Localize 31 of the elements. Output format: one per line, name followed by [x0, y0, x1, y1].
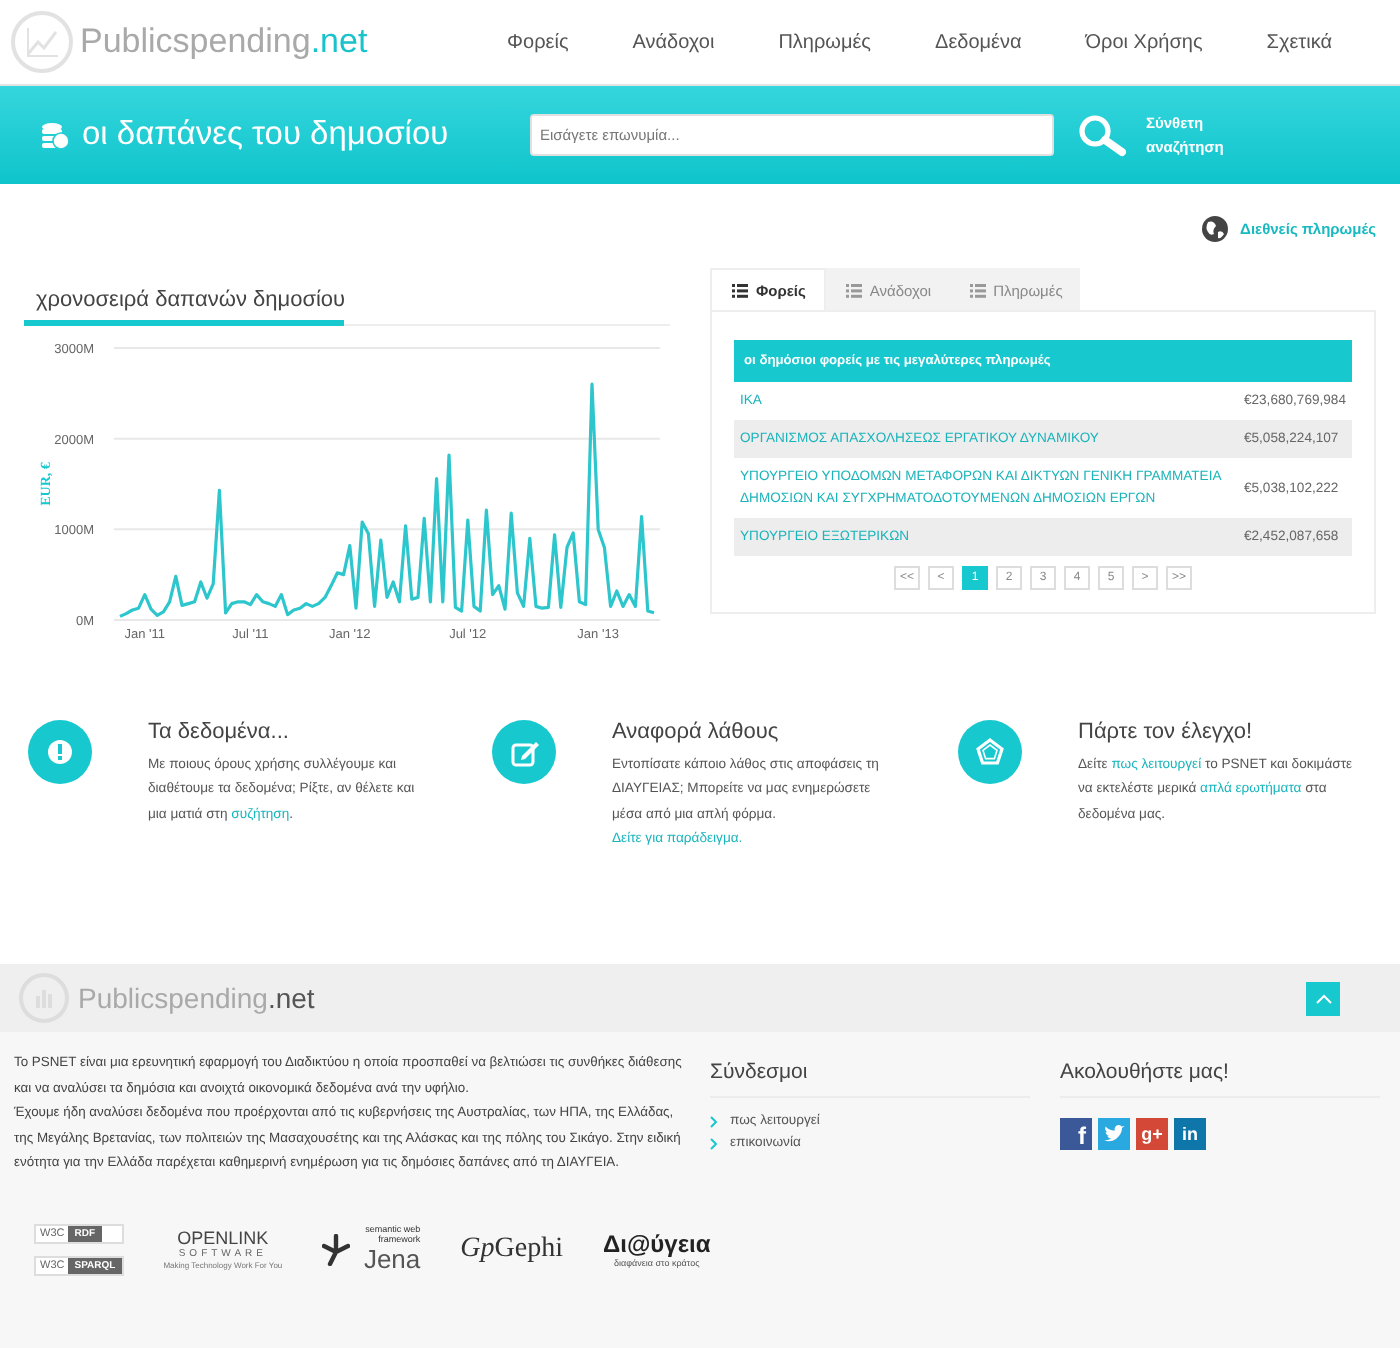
- coins-icon: [40, 121, 70, 149]
- feature-title: Πάρτε τον έλεγχο!: [1078, 720, 1255, 744]
- logo-icon: [10, 10, 74, 74]
- scroll-top-button[interactable]: [1306, 981, 1340, 1015]
- banner-title: οι δαπάνες του δημοσίου: [82, 116, 449, 154]
- list-icon: [732, 284, 748, 298]
- feature-title: Αναφορά λάθους: [612, 720, 781, 744]
- chevron-up-icon: [1315, 993, 1331, 1003]
- section-title: Ακολουθήστε μας!: [1060, 1052, 1380, 1098]
- nav-link[interactable]: Σχετικά: [1234, 31, 1364, 53]
- section-title: Σύνδεσμοι: [710, 1052, 1030, 1098]
- edit-icon: [492, 720, 556, 784]
- list-icon: [845, 283, 862, 297]
- nav-link[interactable]: Πληρωμές: [746, 31, 904, 53]
- bird-icon[interactable]: [1098, 1118, 1130, 1150]
- site-logo[interactable]: Publicspending.net: [80, 22, 368, 62]
- chart-title: χρονοσειρά δαπανών δημοσίου: [34, 286, 348, 316]
- search-icon[interactable]: [1078, 113, 1126, 157]
- nav-link[interactable]: Όροι Χρήσης: [1053, 31, 1235, 53]
- partner-logo: GpGephi: [460, 1233, 563, 1265]
- feature-title: Τα δεδομένα...: [148, 720, 291, 744]
- linkedin-button[interactable]: in: [1174, 1118, 1206, 1150]
- alert-icon: [28, 720, 92, 784]
- nav-link[interactable]: Δεδομένα: [903, 31, 1054, 53]
- list-icon: [969, 283, 986, 297]
- site-logo[interactable]: Publicspending.net: [78, 982, 315, 1014]
- googleplus-button[interactable]: g+: [1136, 1118, 1168, 1150]
- globe-icon: [1202, 215, 1229, 241]
- nav-link[interactable]: Φορείς: [475, 31, 601, 53]
- facebook-button[interactable]: f: [1060, 1118, 1092, 1150]
- nav-link[interactable]: Ανάδοχοι: [600, 31, 747, 53]
